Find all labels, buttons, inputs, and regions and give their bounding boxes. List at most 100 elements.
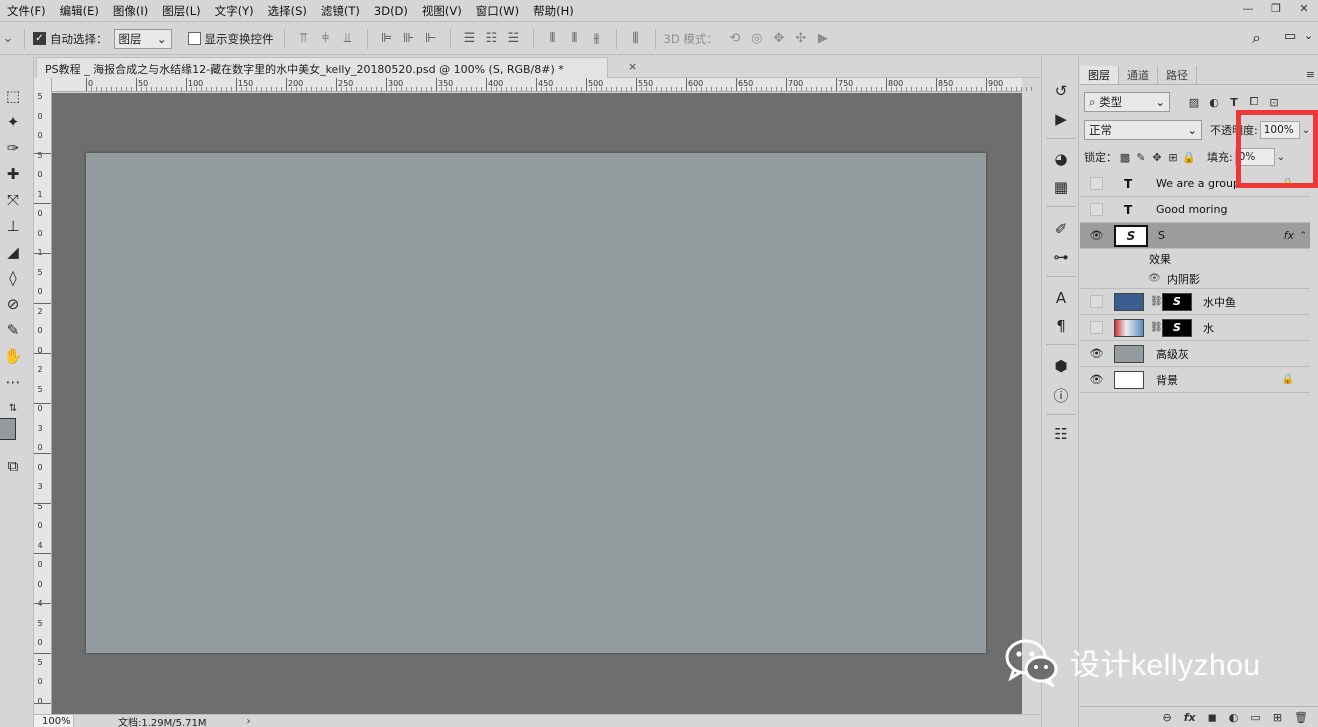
lock-position-icon[interactable]: ✥ <box>1149 148 1165 166</box>
status-menu-arrow-icon[interactable]: › <box>247 716 251 727</box>
actions-play-icon[interactable]: ▶ <box>1050 108 1072 130</box>
blend-mode-dropdown[interactable]: 正常 ⌄ <box>1084 120 1202 140</box>
document-tab[interactable]: PS教程 _ 海报合成之与水结缘12-藏在数字里的水中美女_kelly_2018… <box>36 57 608 78</box>
tab-layers[interactable]: 图层 <box>1080 66 1119 84</box>
properties-icon[interactable]: ☷ <box>1050 423 1072 445</box>
drag-3d-icon[interactable]: ✥ <box>768 28 790 50</box>
eye-icon[interactable]: 👁 <box>1090 347 1104 360</box>
color-palette-icon[interactable]: ◕ <box>1050 148 1072 170</box>
canvas-area[interactable] <box>52 93 1022 714</box>
swatches-grid-icon[interactable]: ▦ <box>1050 176 1072 198</box>
tab-paths[interactable]: 路径 <box>1158 66 1197 84</box>
zoom-field[interactable]: 100% <box>34 714 74 727</box>
slide-3d-icon[interactable]: ✣ <box>790 28 812 50</box>
fx-badge[interactable]: fx <box>1284 229 1294 242</box>
menu-3d[interactable]: 3D(D) <box>367 0 415 22</box>
menu-type[interactable]: 文字(Y) <box>208 0 261 22</box>
filter-shape-icon[interactable]: ⧠ <box>1244 93 1264 111</box>
distribute-left-icon[interactable]: ⫴ <box>542 28 564 50</box>
swap-colors-icon[interactable]: ⇅ <box>6 396 20 420</box>
distribute-hcenter-icon[interactable]: ⦀ <box>564 28 586 50</box>
dodge-tool-icon[interactable]: ⊘ <box>0 292 26 316</box>
layer-row[interactable]: 👁 高级灰 <box>1080 341 1310 367</box>
layer-mask-thumbnail[interactable]: S <box>1162 318 1192 337</box>
eye-icon[interactable]: 👁 <box>1148 273 1161 284</box>
visibility-toggle[interactable] <box>1090 203 1103 216</box>
lock-transparent-icon[interactable]: ▩ <box>1117 148 1133 166</box>
trash-icon[interactable]: 🗑 <box>1294 711 1308 724</box>
chevron-down-icon[interactable]: ⌄ <box>1277 152 1285 163</box>
info-icon[interactable]: ⓘ <box>1050 384 1072 406</box>
crop-tool-icon[interactable]: ⤧ <box>0 188 26 212</box>
paragraph-icon[interactable]: ¶ <box>1050 315 1072 337</box>
workspace-chevron-icon[interactable]: ⌄ <box>1304 29 1313 42</box>
align-right-icon[interactable]: ⊩ <box>420 28 442 50</box>
menu-edit[interactable]: 编辑(E) <box>53 0 106 22</box>
layer-mask-thumbnail[interactable]: S <box>1162 292 1192 311</box>
menu-view[interactable]: 视图(V) <box>415 0 469 22</box>
stamp-tool-icon[interactable]: ⊥ <box>0 214 26 238</box>
history-icon[interactable]: ↺ <box>1050 80 1072 102</box>
layer-row[interactable]: T We are a group 🔒 <box>1080 171 1310 197</box>
distribute-right-icon[interactable]: ⫵ <box>586 28 608 50</box>
effect-row[interactable]: 👁 内阴影 <box>1080 269 1310 289</box>
document-canvas[interactable] <box>86 153 986 653</box>
brush-settings-icon[interactable]: ✐ <box>1050 218 1072 240</box>
distribute-vcenter-icon[interactable]: ☷ <box>481 28 503 50</box>
filter-type-icon[interactable]: T <box>1224 93 1244 111</box>
close-tab-icon[interactable]: × <box>628 60 637 73</box>
lock-all-icon[interactable]: 🔒 <box>1181 148 1197 166</box>
chevron-down-icon[interactable]: ⌄ <box>1302 125 1310 136</box>
eye-icon[interactable]: 👁 <box>1090 229 1104 242</box>
hand-tool-icon[interactable]: ✋ <box>0 344 26 368</box>
search-icon[interactable]: ⌕ <box>1252 28 1261 48</box>
auto-select-checkbox[interactable]: ✓ <box>33 32 46 45</box>
link-layers-icon[interactable]: ⊖ <box>1163 711 1172 724</box>
align-bottom-icon[interactable]: ⫫ <box>337 28 359 50</box>
eyedropper-tool-icon[interactable]: ✑ <box>0 136 26 160</box>
layer-row[interactable]: 👁 背景 🔒 <box>1080 367 1310 393</box>
blur-tool-icon[interactable]: ◊ <box>0 266 26 290</box>
menu-select[interactable]: 选择(S) <box>261 0 314 22</box>
link-chain-icon[interactable]: ⛓ <box>1150 322 1163 333</box>
distribute-top-icon[interactable]: ☰ <box>459 28 481 50</box>
fill-field[interactable]: 0% <box>1234 148 1275 166</box>
tab-channels[interactable]: 通道 <box>1119 66 1158 84</box>
panel-menu-icon[interactable]: ≡ <box>1306 68 1315 81</box>
add-mask-icon[interactable]: ◼ <box>1208 711 1217 724</box>
minimize-button[interactable]: — <box>1234 0 1262 16</box>
auto-align-icon[interactable]: ⫼ <box>625 28 647 50</box>
layer-filter-dropdown[interactable]: ⌕ 类型 ⌄ <box>1084 92 1170 112</box>
foreground-color-swatch[interactable] <box>0 418 16 440</box>
align-left-icon[interactable]: ⊫ <box>376 28 398 50</box>
new-group-icon[interactable]: ▭ <box>1250 711 1260 724</box>
align-vcenter-icon[interactable]: ⫩ <box>315 28 337 50</box>
filter-smart-object-icon[interactable]: ⊡ <box>1264 93 1284 111</box>
more-tools-icon[interactable]: ⋯ <box>0 370 26 394</box>
visibility-toggle[interactable] <box>1090 177 1103 190</box>
screen-mode-icon[interactable]: ⧉ <box>0 454 26 478</box>
visibility-toggle[interactable] <box>1090 295 1103 308</box>
workspace-icon[interactable]: ▭ <box>1284 29 1296 44</box>
distribute-bottom-icon[interactable]: ☱ <box>503 28 525 50</box>
roll-3d-icon[interactable]: ◎ <box>746 28 768 50</box>
character-icon[interactable]: A <box>1050 287 1072 309</box>
align-hcenter-icon[interactable]: ⊪ <box>398 28 420 50</box>
link-chain-icon[interactable]: ⛓ <box>1150 296 1163 307</box>
pen-tool-icon[interactable]: ✎ <box>0 318 26 342</box>
menu-filter[interactable]: 滤镜(T) <box>314 0 367 22</box>
adjustments-sliders-icon[interactable]: ⊶ <box>1050 246 1072 268</box>
menu-image[interactable]: 图像(I) <box>106 0 155 22</box>
eye-icon[interactable]: 👁 <box>1090 373 1104 386</box>
orbit-3d-icon[interactable]: ⟲ <box>724 28 746 50</box>
new-layer-icon[interactable]: ⊞ <box>1273 711 1282 724</box>
lock-artboard-icon[interactable]: ⊞ <box>1165 148 1181 166</box>
layer-row[interactable]: T Good moring <box>1080 197 1310 223</box>
healing-brush-tool-icon[interactable]: ✚ <box>0 162 26 186</box>
opacity-field[interactable]: 100% <box>1259 121 1300 139</box>
lock-image-icon[interactable]: ✎ <box>1133 148 1149 166</box>
scale-3d-icon[interactable]: ▶ <box>812 28 834 50</box>
layer-row[interactable]: ⛓ S 水 <box>1080 315 1310 341</box>
restore-button[interactable]: ❐ <box>1262 0 1290 16</box>
align-top-icon[interactable]: ⫪ <box>293 28 315 50</box>
